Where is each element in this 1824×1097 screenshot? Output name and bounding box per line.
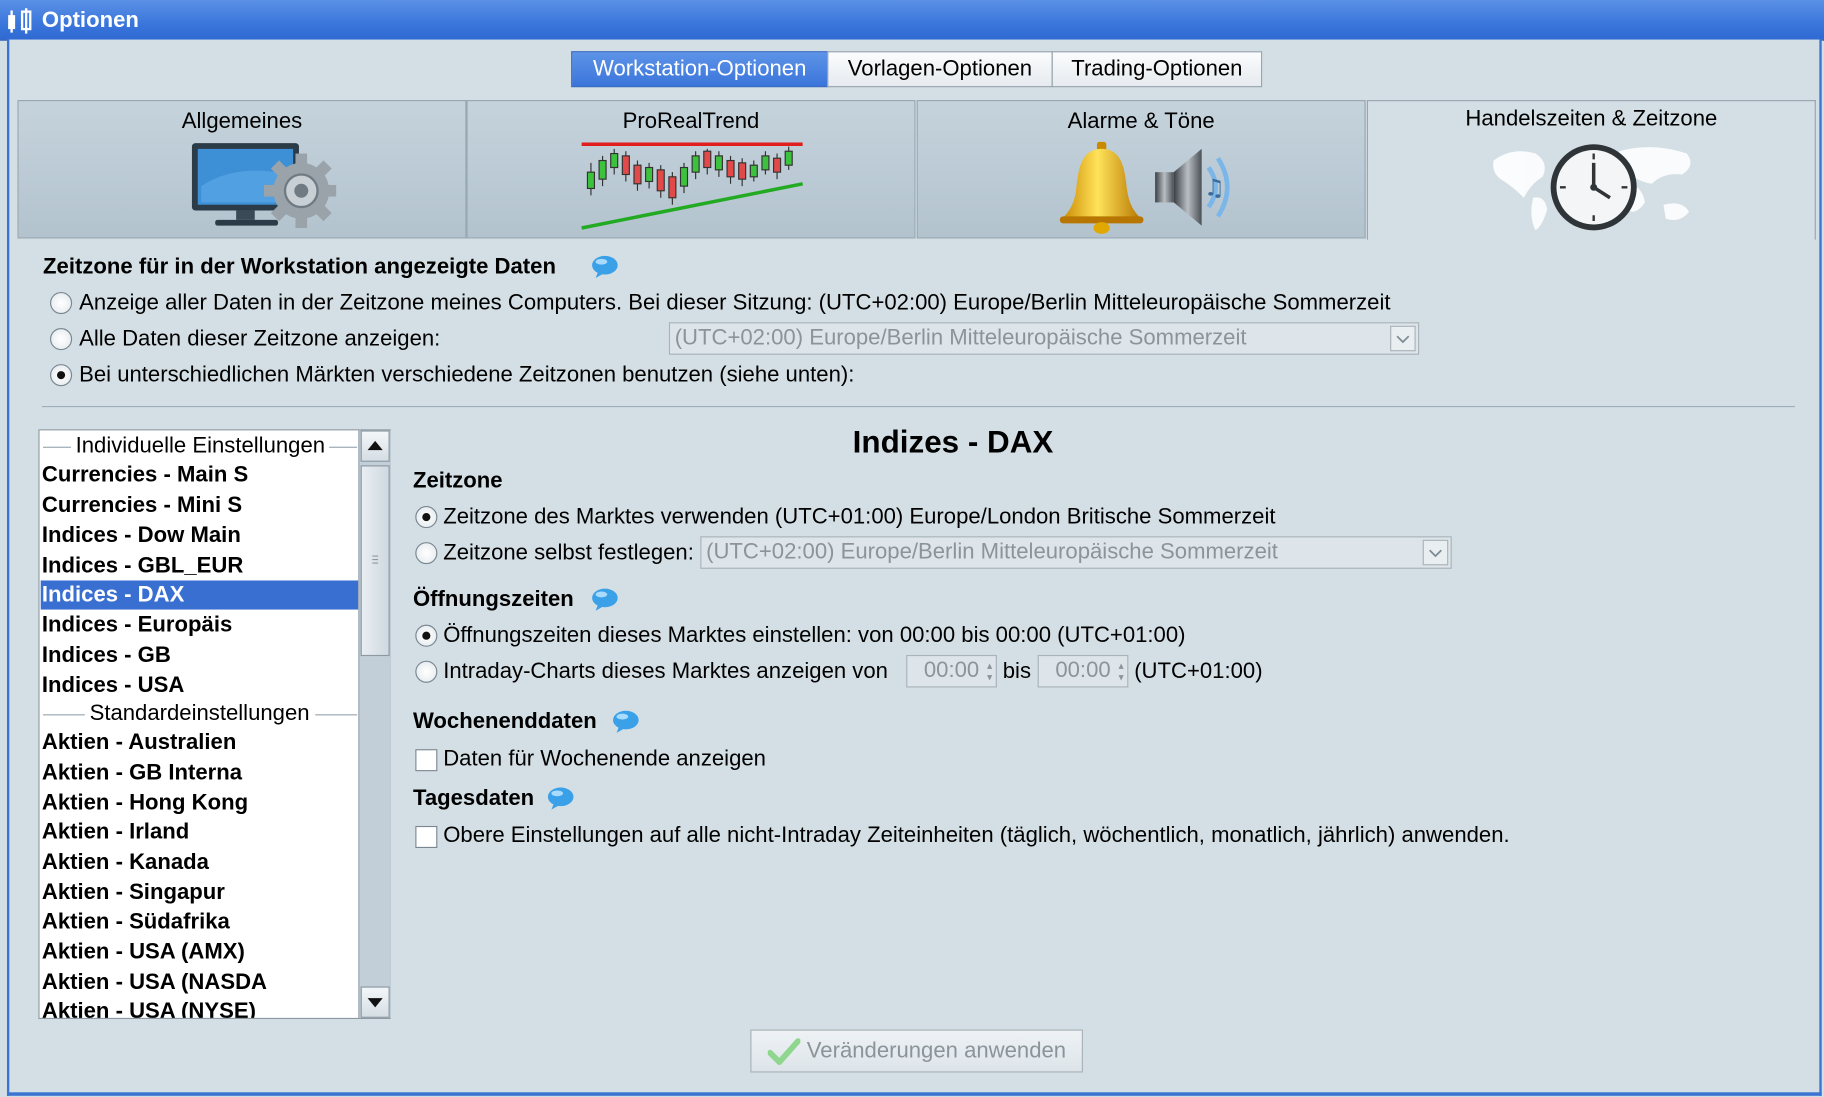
tz-fixed-select[interactable]: (UTC+02:00) Europe/Berlin Mitteleuropäis… [668,322,1420,355]
scroll-down-button[interactable] [360,986,390,1018]
app-candlestick-icon [8,8,32,34]
list-item[interactable]: Indices - USA [41,671,359,700]
tab-alarme-toene-label: Alarme & Töne [1067,109,1215,134]
tz-per-market-radio[interactable] [50,364,73,387]
list-item[interactable]: Indices - Dow Main [41,521,359,550]
list-item[interactable]: Aktien - Südafrika [41,907,359,936]
own-tz-select-value: (UTC+02:00) Europe/Berlin Mitteleuropäis… [706,539,1278,565]
stepper-down-icon[interactable]: ▾ [987,672,992,682]
tz-computer-radio[interactable] [50,291,73,315]
daily-data-checkbox[interactable] [415,825,438,849]
window-title: Optionen [41,8,139,33]
stepper-up-icon[interactable]: ▴ [1118,660,1123,671]
zeitzone-heading: Zeitzone [412,468,503,494]
market-title: Indizes - DAX [852,424,1054,460]
stepper-up-icon[interactable]: ▴ [987,660,992,671]
tab-template-options[interactable]: Vorlagen-Optionen [827,51,1053,88]
tab-handelszeiten-zeitzone-label: Handelszeiten & Zeitzone [1465,107,1718,132]
tab-workstation-options[interactable]: Workstation-Optionen [571,51,829,88]
svg-text:♫: ♫ [1204,174,1225,201]
opening-hours-radio[interactable] [415,624,438,647]
list-item[interactable]: Aktien - Singapur [41,878,359,907]
list-item[interactable]: Currencies - Mini S [41,491,359,520]
scroll-up-button[interactable] [360,430,390,462]
timezone-heading: Zeitzone für in der Workstation angezeig… [43,254,556,280]
market-tz-radio[interactable] [415,506,438,529]
scroll-thumb[interactable] [360,465,390,657]
list-group-individual-label: Individuelle Einstellungen [70,431,330,461]
own-tz-radio[interactable] [415,542,438,565]
list-item-selected[interactable]: Indices - DAX [40,580,359,610]
tz-fixed-radio[interactable] [50,328,73,351]
tab-allgemeines-label: Allgemeines [181,109,303,134]
intraday-radio[interactable] [415,660,438,683]
tz-computer-label: Anzeige aller Daten in der Zeitzone mein… [79,290,1391,316]
apply-changes-label: Veränderungen anwenden [806,1038,1067,1063]
oeffnungszeiten-heading: Öffnungszeiten [412,587,574,612]
options-window: Optionen Workstation-Optionen Vorlagen-O… [0,0,1824,1097]
stepper-down-icon[interactable]: ▾ [1118,672,1123,682]
chevron-down-icon [1422,539,1449,566]
bell-speaker-icon: ♫ [1059,141,1230,234]
list-item[interactable]: Aktien - Hong Kong [41,789,359,818]
info-bubble-icon[interactable] [612,710,640,733]
own-tz-select[interactable]: (UTC+02:00) Europe/Berlin Mitteleuropäis… [700,536,1452,569]
tab-trading-options[interactable]: Trading-Optionen [1051,51,1263,88]
tagesdaten-heading: Tagesdaten [412,786,535,811]
intraday-label: Intraday-Charts dieses Marktes anzeigen … [443,659,888,685]
section-divider [41,405,1795,408]
monitor-gear-icon [191,143,337,229]
intraday-to-stepper[interactable]: 00:00 ▴ ▾ [1037,654,1129,688]
list-group-individual: Individuelle Einstellungen [41,431,358,461]
weekend-label: Daten für Wochenende anzeigen [443,746,766,772]
opening-hours-label: Öffnungszeiten dieses Marktes einstellen… [443,623,1186,648]
list-scrollbar[interactable] [358,430,391,1018]
checkmark-icon [767,1037,800,1065]
world-clock-icon [1493,144,1691,231]
weekend-checkbox[interactable] [415,749,438,772]
own-tz-label: Zeitzone selbst festlegen: [443,540,694,566]
list-group-standard-label: Standardeinstellungen [84,699,315,729]
intraday-tz-label: (UTC+01:00) [1134,659,1263,685]
intraday-from-value: 00:00 [923,658,980,683]
list-item[interactable]: Aktien - GB Interna [41,758,359,787]
chevron-down-icon [1390,325,1416,352]
info-bubble-icon[interactable] [591,255,619,279]
list-item[interactable]: Aktien - Kanada [41,848,359,877]
market-list[interactable]: Individuelle Einstellungen Currencies - … [38,429,391,1020]
tab-handelszeiten-zeitzone[interactable]: Handelszeiten & Zeitzone [1366,100,1816,240]
trend-chart-icon [581,142,803,230]
list-item[interactable]: Indices - GB [41,641,359,670]
market-tz-label: Zeitzone des Marktes verwenden (UTC+01:0… [443,504,1276,530]
info-bubble-icon[interactable] [547,786,575,810]
info-bubble-icon[interactable] [591,587,619,611]
intraday-from-stepper[interactable]: 00:00 ▴ ▾ [906,654,997,688]
list-item[interactable]: Aktien - USA (AMX) [41,938,359,967]
bis-label: bis [1002,659,1032,685]
tab-alarme-toene[interactable]: Alarme & Töne ♫ [916,100,1366,239]
tab-prorealtrend[interactable]: ProRealTrend [466,100,916,239]
tz-fixed-label: Alle Daten dieser Zeitzone anzeigen: [79,326,441,352]
daily-data-label: Obere Einstellungen auf alle nicht-Intra… [443,823,1510,849]
tab-allgemeines[interactable]: Allgemeines [17,100,467,239]
list-item[interactable]: Aktien - Irland [41,818,359,847]
list-item[interactable]: Aktien - Australien [41,728,359,757]
list-item[interactable]: Indices - GBL_EUR [41,551,359,580]
list-item[interactable]: Aktien - USA (NASDA [41,968,359,997]
tz-per-market-label: Bei unterschiedlichen Märkten verschiede… [79,362,855,388]
apply-changes-button[interactable]: Veränderungen anwenden [750,1029,1084,1073]
list-group-standard: Standardeinstellungen [41,699,358,729]
list-item[interactable]: Aktien - USA (NYSE) [41,997,359,1018]
wochenende-heading: Wochenenddaten [412,709,597,735]
tab-prorealtrend-label: ProRealTrend [622,109,760,134]
tz-fixed-select-value: (UTC+02:00) Europe/Berlin Mitteleuropäis… [674,325,1247,351]
list-item[interactable]: Currencies - Main S [41,461,359,490]
title-bar[interactable]: Optionen [0,0,1824,41]
intraday-to-value: 00:00 [1055,658,1111,683]
list-item[interactable]: Indices - Europäis [41,611,359,640]
